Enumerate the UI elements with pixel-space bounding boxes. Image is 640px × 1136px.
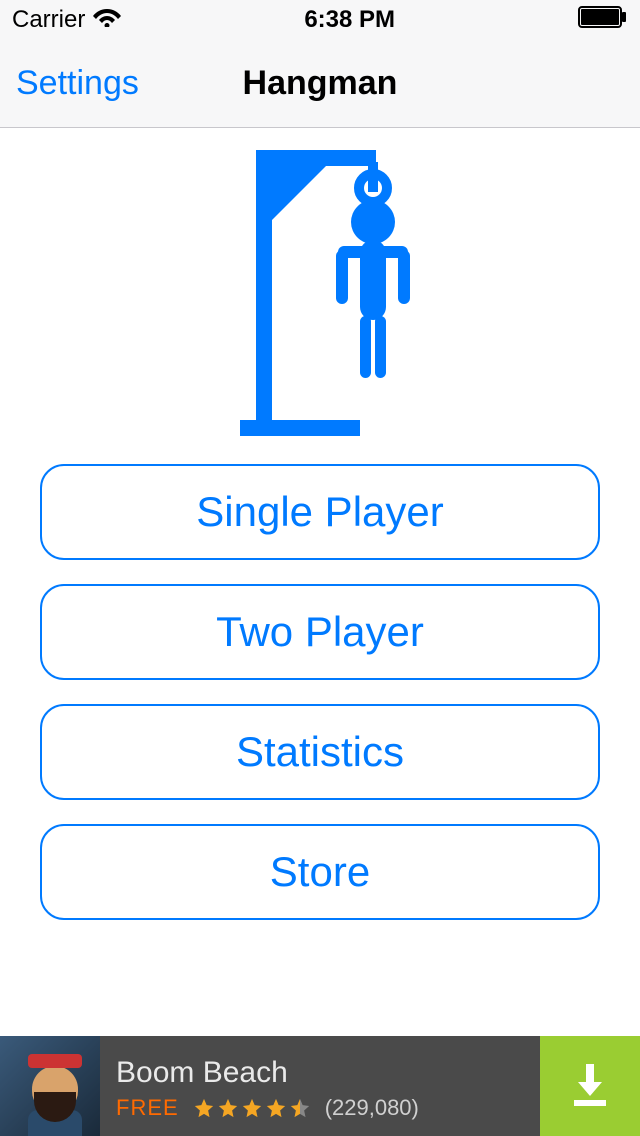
hangman-icon [210,140,430,440]
status-bar: Carrier 6:38 PM [0,0,640,40]
main-content: Single Player Two Player Statistics Stor… [0,128,640,920]
carrier-label: Carrier [12,6,85,34]
single-player-button[interactable]: Single Player [40,464,600,560]
status-time: 6:38 PM [304,6,395,34]
status-right [578,6,628,35]
two-player-button[interactable]: Two Player [40,584,600,680]
ad-title: Boom Beach [116,1056,524,1089]
ad-thumbnail [0,1036,100,1136]
wifi-icon [93,6,121,34]
status-left: Carrier [12,6,121,34]
ad-banner[interactable]: Boom Beach FREE (229,080) [0,1036,640,1136]
settings-button[interactable]: Settings [16,64,139,103]
ad-rating-count: (229,080) [325,1095,419,1121]
nav-bar: Settings Hangman [0,40,640,128]
battery-icon [578,6,628,35]
statistics-button[interactable]: Statistics [40,704,600,800]
ad-info: Boom Beach FREE (229,080) [100,1036,540,1136]
ad-stars [193,1097,311,1119]
download-icon [566,1060,614,1113]
ad-price: FREE [116,1095,179,1121]
menu-buttons: Single Player Two Player Statistics Stor… [0,464,640,920]
store-button[interactable]: Store [40,824,600,920]
download-button[interactable] [540,1036,640,1136]
